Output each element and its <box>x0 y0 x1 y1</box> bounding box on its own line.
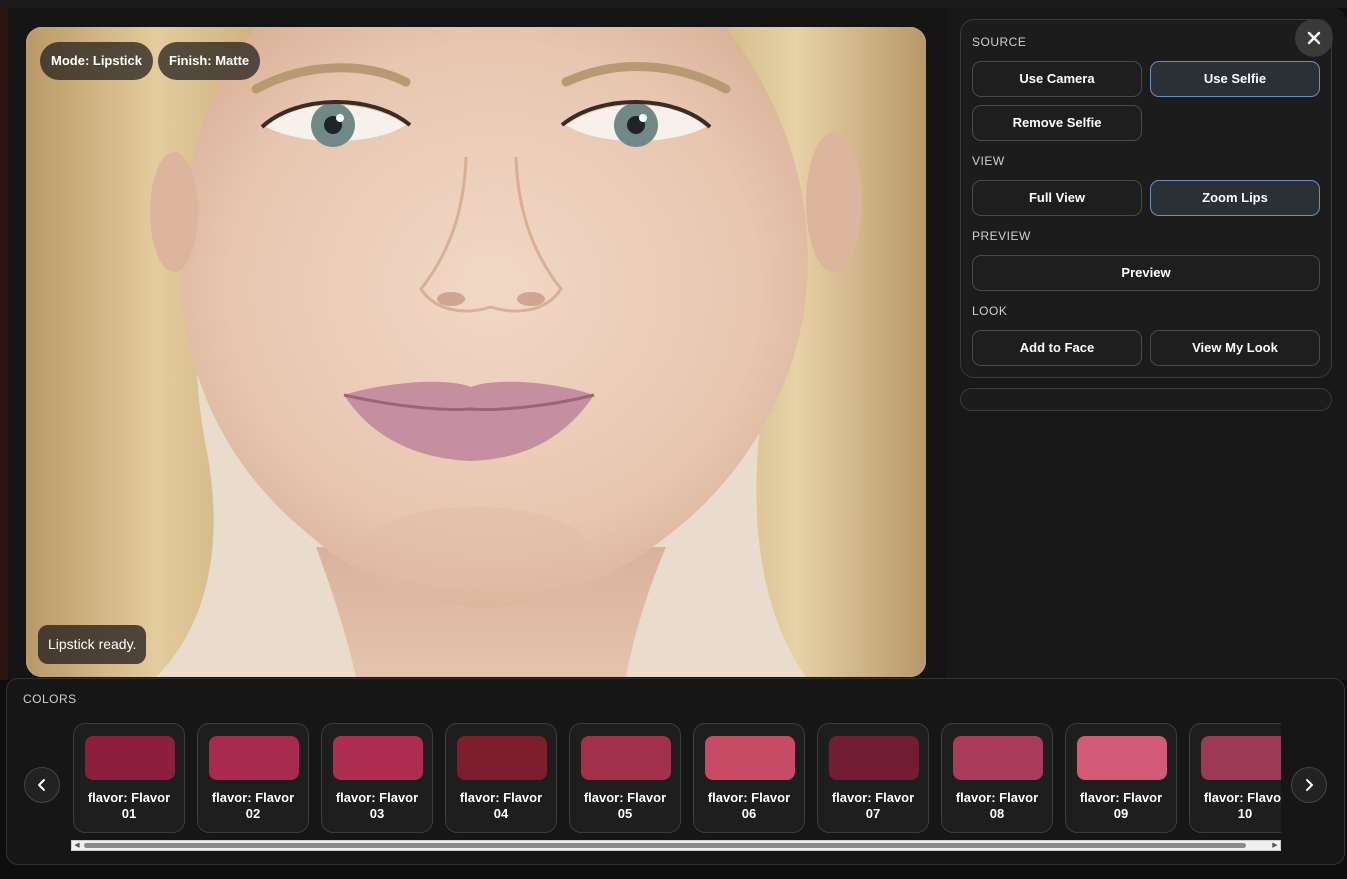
remove-selfie-button[interactable]: Remove Selfie <box>972 105 1142 141</box>
swatch-item[interactable]: flavor: Flavor 10 <box>1189 723 1281 833</box>
background-page-edge <box>0 8 8 680</box>
swatch-item[interactable]: flavor: Flavor 07 <box>817 723 929 833</box>
status-message: Lipstick ready. <box>38 625 147 664</box>
swatch-label: flavor: Flavor 09 <box>1079 790 1163 821</box>
scroll-right-icon[interactable]: ▶ <box>1270 841 1280 850</box>
look-section-title: LOOK <box>972 304 1008 318</box>
swatch-item[interactable]: flavor: Flavor 01 <box>73 723 185 833</box>
colors-section-title: COLORS <box>23 692 77 706</box>
swatch-label: flavor: Flavor 03 <box>335 790 419 821</box>
source-section-title: SOURCE <box>972 35 1027 49</box>
swatch-color <box>705 736 795 780</box>
background-page-strip <box>0 0 1347 8</box>
carousel-next-button[interactable] <box>1291 767 1327 803</box>
swatch-color <box>333 736 423 780</box>
swatch-label: flavor: Flavor 02 <box>211 790 295 821</box>
swatch-label: flavor: Flavor 01 <box>87 790 171 821</box>
selfie-photo <box>26 27 926 677</box>
face-illustration <box>26 27 926 677</box>
swatch-label: flavor: Flavor 05 <box>583 790 667 821</box>
swatch-color <box>209 736 299 780</box>
swatch-item[interactable]: flavor: Flavor 04 <box>445 723 557 833</box>
zoom-lips-button[interactable]: Zoom Lips <box>1150 180 1320 216</box>
swatch-color <box>1201 736 1281 780</box>
swatch-strip: flavor: Flavor 01 flavor: Flavor 02 flavor… <box>73 723 1281 833</box>
close-icon <box>1307 31 1321 45</box>
scrollbar-thumb[interactable] <box>84 843 1246 848</box>
swatch-label: flavor: Flavor 04 <box>459 790 543 821</box>
swatch-label: flavor: Flavor 07 <box>831 790 915 821</box>
swatch-item[interactable]: flavor: Flavor 09 <box>1065 723 1177 833</box>
swatch-scrollbar[interactable]: ◀ ▶ <box>71 840 1281 851</box>
scroll-left-icon[interactable]: ◀ <box>72 841 82 850</box>
swatch-item[interactable]: flavor: Flavor 05 <box>569 723 681 833</box>
swatch-color <box>85 736 175 780</box>
close-button[interactable] <box>1295 19 1333 57</box>
carousel-prev-button[interactable] <box>24 767 60 803</box>
swatch-item[interactable]: flavor: Flavor 02 <box>197 723 309 833</box>
swatch-color <box>457 736 547 780</box>
swatch-color <box>829 736 919 780</box>
swatch-item[interactable]: flavor: Flavor 08 <box>941 723 1053 833</box>
empty-info-bar <box>960 388 1332 411</box>
swatch-label: flavor: Flavor 10 <box>1203 790 1281 821</box>
swatch-label: flavor: Flavor 08 <box>955 790 1039 821</box>
full-view-button[interactable]: Full View <box>972 180 1142 216</box>
swatch-item[interactable]: flavor: Flavor 06 <box>693 723 805 833</box>
use-selfie-button[interactable]: Use Selfie <box>1150 61 1320 97</box>
view-section-title: VIEW <box>972 154 1005 168</box>
swatch-color <box>1077 736 1167 780</box>
chevron-left-icon <box>38 779 45 791</box>
preview-button[interactable]: Preview <box>972 255 1320 291</box>
chevron-right-icon <box>1306 779 1313 791</box>
swatch-color <box>581 736 671 780</box>
swatch-color <box>953 736 1043 780</box>
use-camera-button[interactable]: Use Camera <box>972 61 1142 97</box>
mode-chip: Mode: Lipstick <box>40 42 154 80</box>
view-my-look-button[interactable]: View My Look <box>1150 330 1320 366</box>
preview-section-title: PREVIEW <box>972 229 1031 243</box>
add-to-face-button[interactable]: Add to Face <box>972 330 1142 366</box>
finish-chip: Finish: Matte <box>158 42 261 80</box>
swatch-label: flavor: Flavor 06 <box>707 790 791 821</box>
swatch-item[interactable]: flavor: Flavor 03 <box>321 723 433 833</box>
